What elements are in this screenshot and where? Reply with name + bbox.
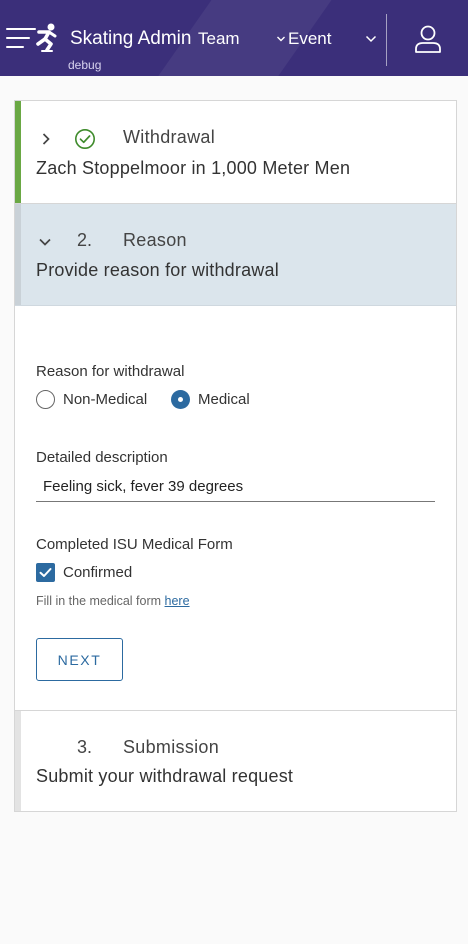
nav-event-label: Event (288, 29, 332, 48)
chevron-down-icon (277, 36, 285, 42)
radio-circle-selected[interactable] (171, 390, 190, 409)
description-input[interactable] (36, 472, 435, 502)
hint-text: Fill in the medical form (36, 594, 162, 608)
medical-form-label: Completed ISU Medical Form (36, 536, 233, 553)
step-number: 2. (77, 230, 93, 250)
radio-circle[interactable] (36, 390, 55, 409)
chevron-right-icon[interactable] (39, 132, 53, 146)
radio-label: Medical (198, 391, 250, 408)
nav-team[interactable]: Team (198, 29, 240, 49)
step-title: Reason (123, 230, 187, 250)
step-status-bar (15, 204, 21, 305)
step-status-bar (15, 101, 21, 203)
nav-event-dropdown[interactable]: Event (276, 29, 331, 49)
confirmed-checkbox[interactable]: Confirmed (36, 563, 132, 582)
description-label: Detailed description (36, 449, 168, 466)
step-subtitle: Zach Stoppelmoor in 1,000 Meter Men (36, 158, 351, 178)
checkbox-label: Confirmed (63, 564, 133, 581)
check-circle-icon (75, 129, 95, 149)
medical-form-hint: Fill in the medical form here (36, 594, 190, 608)
checkbox-checked[interactable] (36, 563, 55, 582)
chevron-down-icon[interactable] (364, 32, 378, 46)
step-subtitle: Provide reason for withdrawal (36, 260, 279, 280)
app-title: Skating Admin (70, 28, 192, 49)
chevron-down-icon[interactable] (38, 235, 52, 249)
step-title: Withdrawal (123, 127, 216, 147)
radio-non-medical[interactable]: Non-Medical (36, 390, 147, 409)
app-header: Skating Admin debug Team Event (0, 0, 468, 76)
step-title: Submission (123, 737, 220, 757)
user-icon[interactable] (414, 24, 442, 54)
step-submission[interactable]: 3. Submission Submit your withdrawal req… (15, 710, 456, 811)
reason-form: Reason for withdrawal Non-Medical Medica… (15, 306, 456, 710)
step-number: 3. (77, 737, 93, 757)
reason-label: Reason for withdrawal (36, 363, 185, 380)
withdrawal-wizard: Withdrawal Zach Stoppelmoor in 1,000 Met… (14, 100, 457, 812)
step-withdrawal[interactable]: Withdrawal Zach Stoppelmoor in 1,000 Met… (15, 101, 456, 204)
step-reason[interactable]: 2. Reason Provide reason for withdrawal (15, 204, 456, 306)
check-icon (39, 568, 52, 577)
next-button[interactable]: NEXT (36, 638, 123, 681)
environment-label: debug (68, 58, 102, 72)
step-status-bar (15, 711, 21, 811)
step-subtitle: Submit your withdrawal request (36, 766, 294, 786)
medical-form-link[interactable]: here (165, 594, 190, 608)
radio-medical[interactable]: Medical (171, 390, 250, 409)
header-divider (386, 14, 387, 66)
radio-label: Non-Medical (63, 391, 148, 408)
skater-icon (36, 23, 57, 52)
